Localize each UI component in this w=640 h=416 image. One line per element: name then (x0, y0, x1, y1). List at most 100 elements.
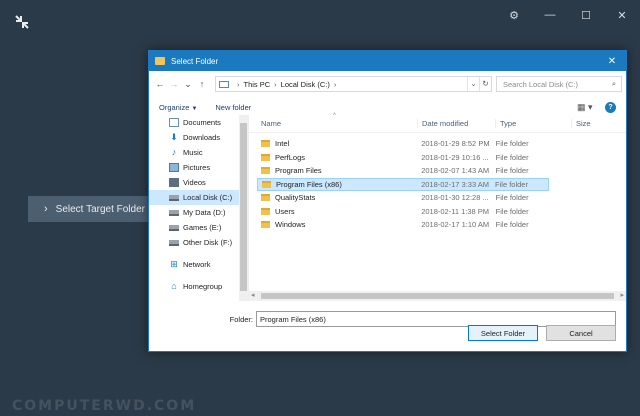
folder-icon (261, 221, 270, 229)
breadcrumb-this-pc[interactable]: This PC (244, 80, 271, 89)
folder-icon (155, 57, 165, 65)
nav-item-label: Network (183, 260, 211, 269)
file-type: File folder (495, 193, 529, 203)
file-name: PerfLogs (275, 152, 306, 162)
cancel-button[interactable]: Cancel (546, 325, 616, 341)
file-row[interactable]: Users 2018-02-11 1:38 PM File folder (257, 205, 549, 219)
this-pc-icon (219, 80, 229, 88)
maximize-button[interactable]: ☐ (568, 4, 604, 26)
file-name: Program Files (275, 166, 322, 176)
dialog-titlebar: Select Folder ✕ (149, 51, 626, 71)
nav-item-label: Games (E:) (183, 223, 222, 232)
organize-menu-button[interactable]: Organize ▼ (159, 103, 197, 112)
file-date: 2018-02-11 1:38 PM (421, 206, 490, 216)
nav-item-videos[interactable]: Videos (149, 175, 240, 190)
change-view-icon[interactable]: ▦ ▾ (577, 102, 605, 113)
nav-item-local-disk-c[interactable]: Local Disk (C:) (149, 190, 240, 205)
column-header-name[interactable]: ^ Name (249, 113, 417, 128)
file-name: Windows (275, 220, 306, 230)
address-bar[interactable]: › This PC › Local Disk (C:) › ⌄ ↻ (215, 76, 492, 92)
dialog-close-button[interactable]: ✕ (598, 56, 626, 67)
file-row[interactable]: PerfLogs 2018-01-29 10:16 ... File folde… (257, 151, 549, 165)
folder-label: Folder: (229, 314, 253, 324)
search-input[interactable]: Search Local Disk (C:) ⌕ (496, 76, 622, 92)
nav-item-network[interactable]: ⊞ Network (149, 257, 240, 272)
breadcrumb-local-disk[interactable]: Local Disk (C:) (281, 80, 330, 89)
file-row[interactable]: Intel 2018-01-29 8:52 PM File folder (257, 137, 549, 151)
file-date: 2018-01-29 10:16 ... (421, 152, 489, 162)
file-row[interactable]: Program Files 2018-02-07 1:43 AM File fo… (257, 164, 549, 178)
recent-locations-chevron-icon[interactable]: ⌄ (181, 79, 195, 90)
back-arrow-icon[interactable]: ← (153, 79, 167, 89)
nav-pane-scrollbar[interactable] (239, 115, 248, 301)
pictures-icon (169, 163, 179, 172)
chevron-right-icon: › (44, 203, 48, 215)
file-date: 2018-01-29 8:52 PM (421, 139, 490, 149)
file-date: 2018-02-17 3:33 AM (421, 179, 490, 189)
close-button[interactable]: ✕ (604, 4, 640, 26)
dialog-buttons: Select Folder Cancel (460, 325, 616, 341)
folder-icon (261, 153, 270, 161)
file-rows: Intel 2018-01-29 8:52 PM File folder Per… (249, 137, 626, 232)
watermark: COMPUTERWD.COM (12, 398, 197, 414)
nav-item-pictures[interactable]: Pictures (149, 160, 240, 175)
nav-item-homegroup[interactable]: ⌂ Homegroup (149, 279, 240, 294)
documents-icon (169, 118, 179, 127)
breadcrumb-separator-icon[interactable]: › (274, 80, 277, 89)
settings-gear-icon[interactable]: ⚙ (496, 4, 532, 26)
nav-item-label: Videos (183, 178, 206, 187)
scrollbar-thumb[interactable] (240, 123, 247, 291)
file-date: 2018-02-17 1:10 AM (421, 220, 490, 230)
nav-item-label: Homegroup (183, 282, 223, 291)
nav-item-downloads[interactable]: ⬇ Downloads (149, 130, 240, 145)
sort-ascending-icon: ^ (333, 113, 336, 119)
column-header-type[interactable]: Type (495, 119, 571, 128)
nav-item-documents[interactable]: Documents (149, 115, 240, 130)
file-name: Users (275, 206, 295, 216)
file-name: QualityStats (275, 193, 316, 203)
select-target-folder-button[interactable]: › Select Target Folder (28, 196, 152, 222)
scrollbar-thumb[interactable] (261, 293, 614, 299)
up-arrow-icon[interactable]: ↑ (195, 79, 209, 89)
file-row-selected[interactable]: Program Files (x86) 2018-02-17 3:33 AM F… (257, 177, 549, 191)
column-header-date[interactable]: Date modified (417, 119, 495, 128)
breadcrumb-separator-icon[interactable]: › (334, 80, 337, 89)
nav-item-music[interactable]: ♪ Music (149, 145, 240, 160)
address-dropdown-chevron-icon[interactable]: ⌄ (467, 77, 479, 91)
chevron-down-icon: ▼ (191, 105, 198, 112)
select-folder-button[interactable]: Select Folder (468, 325, 538, 341)
file-type: File folder (495, 139, 529, 149)
nav-item-other-disk-f[interactable]: Other Disk (F:) (149, 235, 240, 250)
column-header-size[interactable]: Size (571, 119, 616, 128)
help-icon[interactable]: ? (605, 101, 616, 113)
file-type: File folder (495, 152, 529, 162)
nav-item-label: Music (183, 148, 203, 157)
file-type: File folder (495, 220, 529, 230)
folder-icon (261, 207, 270, 215)
file-row[interactable]: QualityStats 2018-01-30 12:28 ... File f… (257, 191, 549, 205)
dialog-title: Select Folder (171, 56, 219, 66)
nav-item-label: Local Disk (C:) (183, 193, 233, 202)
file-type: File folder (495, 206, 529, 216)
breadcrumb-separator-icon[interactable]: › (237, 80, 240, 89)
nav-item-my-data-d[interactable]: My Data (D:) (149, 205, 240, 220)
nav-item-games-e[interactable]: Games (E:) (149, 220, 240, 235)
folder-icon (261, 194, 270, 202)
dialog-content: Documents ⬇ Downloads ♪ Music Pictures V… (149, 113, 626, 301)
navigation-pane: Documents ⬇ Downloads ♪ Music Pictures V… (149, 115, 249, 301)
scroll-right-arrow-icon[interactable]: ▸ (620, 291, 624, 299)
scroll-left-arrow-icon[interactable]: ◂ (251, 291, 255, 299)
file-row[interactable]: Windows 2018-02-17 1:10 AM File folder (257, 218, 549, 232)
downloads-icon: ⬇ (170, 132, 178, 142)
horizontal-scrollbar[interactable]: ◂ ▸ (249, 291, 626, 301)
disk-icon (169, 209, 179, 216)
search-icon[interactable]: ⌕ (607, 79, 621, 89)
refresh-icon[interactable]: ↻ (479, 77, 491, 91)
nav-item-label: My Data (D:) (183, 208, 226, 217)
disk-icon (169, 239, 179, 246)
new-folder-button[interactable]: New folder (215, 103, 251, 112)
forward-arrow-icon[interactable]: → (167, 79, 181, 89)
minimize-button[interactable]: — (532, 4, 568, 26)
folder-icon (261, 167, 270, 175)
command-toolbar: Organize ▼ New folder ▦ ▾ ? (149, 97, 626, 117)
